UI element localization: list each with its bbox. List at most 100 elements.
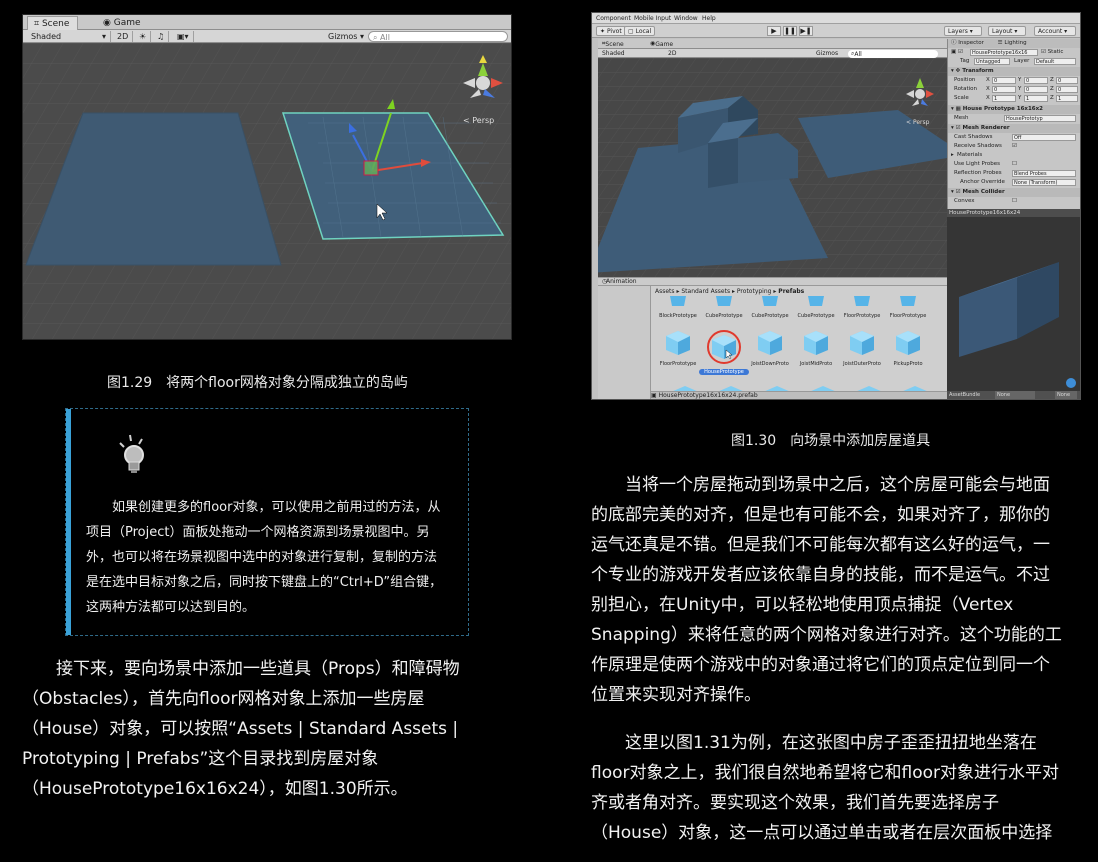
- tab-game[interactable]: ◉ Game: [97, 16, 149, 30]
- convex-checkbox[interactable]: ☐: [1012, 197, 1017, 206]
- receive-shadows-label: Receive Shadows: [954, 143, 1002, 149]
- static-checkbox[interactable]: ☑ Static: [1041, 48, 1063, 57]
- game-tab-icon: ◉: [103, 18, 114, 28]
- position-y-field[interactable]: 0: [1024, 77, 1048, 84]
- position-x-field[interactable]: 0: [992, 77, 1016, 84]
- gizmos-dropdown[interactable]: Gizmos: [816, 50, 838, 57]
- asset-bundle-dropdown[interactable]: None: [995, 391, 1035, 399]
- materials-row[interactable]: ▸ Materials: [948, 151, 1080, 160]
- pivot-toggle[interactable]: ✦ Pivot: [596, 26, 626, 36]
- cast-shadows-row: Cast Shadows Off: [948, 133, 1080, 142]
- asset-item[interactable]: CubePrototype: [699, 296, 749, 319]
- mesh-filter-header[interactable]: ▾ ▦ House Prototype 16x16x2: [948, 105, 1080, 114]
- position-z-field[interactable]: 0: [1056, 77, 1078, 84]
- menu-component[interactable]: Component: [596, 15, 631, 22]
- lighting-toggle-icon[interactable]: ☀: [135, 31, 152, 42]
- tab-lighting[interactable]: ☰ Lighting: [998, 40, 1027, 46]
- preview-title-bar[interactable]: HousePrototype16x16x24: [947, 209, 1080, 217]
- reflection-probes-dropdown[interactable]: Blend Probes: [1012, 170, 1076, 177]
- local-toggle[interactable]: ▢ Local: [624, 26, 656, 36]
- mesh-row: Mesh HousePrototyp: [948, 114, 1080, 123]
- mesh-collider-header[interactable]: ▾ ☑ Mesh Collider: [948, 188, 1080, 197]
- tab-scene[interactable]: ⌗ Scene: [27, 16, 79, 30]
- receive-shadows-row: Receive Shadows ☑: [948, 142, 1080, 151]
- menu-mobile-input[interactable]: Mobile Input: [634, 15, 671, 22]
- menu-help[interactable]: Help: [702, 15, 716, 22]
- tab-game[interactable]: ◉ Game: [650, 40, 673, 48]
- text-line: 这里以图1.31为例，在这张图中房子歪歪扭扭地坐落在: [591, 733, 1037, 753]
- play-icon[interactable]: ▶: [767, 26, 781, 36]
- breadcrumb-item[interactable]: Prototyping: [737, 288, 772, 295]
- right-body-paragraph-1: 当将一个房屋拖动到场景中之后，这个房屋可能会与地面 的底部完美的对齐，但是也有可…: [591, 470, 1081, 710]
- menu-window[interactable]: Window: [674, 15, 698, 22]
- layer-dropdown[interactable]: Default: [1034, 58, 1076, 65]
- rotation-y-field[interactable]: 0: [1024, 86, 1048, 93]
- step-icon[interactable]: ▶❚: [799, 26, 813, 36]
- scale-row: Scale X1 Y1 Z1: [948, 94, 1080, 103]
- gizmos-dropdown[interactable]: Gizmos ▾: [328, 31, 364, 42]
- scene-viewport[interactable]: < Persp: [598, 58, 947, 277]
- text-line: Snapping）来将任意的两个网格对象进行对齐。这个功能的工: [591, 625, 1062, 645]
- asset-item[interactable]: CubePrototype: [745, 296, 795, 319]
- figure-1-29-caption: 图1.29 将两个floor网格对象分隔成独立的岛屿: [107, 375, 408, 391]
- layers-dropdown[interactable]: Layers ▾: [944, 26, 982, 36]
- tab-inspector[interactable]: ⓘ Inspector: [951, 40, 984, 46]
- light-probes-checkbox[interactable]: ☐: [1012, 160, 1017, 169]
- asset-item[interactable]: CubePrototype: [791, 296, 841, 319]
- convex-row: Convex ☐: [948, 197, 1080, 206]
- persp-label[interactable]: < Persp: [463, 116, 494, 125]
- asset-item[interactable]: BlockPrototype: [653, 296, 703, 319]
- scale-x-field[interactable]: 1: [992, 95, 1016, 102]
- asset-item[interactable]: FloorPrototype: [837, 296, 887, 319]
- anchor-override-label: Anchor Override: [960, 179, 1005, 185]
- reflection-probes-row: Reflection Probes Blend Probes: [948, 169, 1080, 178]
- breadcrumb-item-current[interactable]: Prefabs: [778, 288, 804, 295]
- persp-label[interactable]: < Persp: [906, 119, 930, 126]
- asset-item[interactable]: JoistOuterProto: [837, 330, 887, 367]
- mesh-preview[interactable]: [947, 217, 1080, 391]
- asset-item[interactable]: FloorPrototype: [653, 330, 703, 367]
- text-line: 位置来实现对齐操作。: [591, 685, 761, 705]
- breadcrumb-item[interactable]: Assets: [655, 288, 675, 295]
- mesh-renderer-header[interactable]: ▾ ☑ Mesh Renderer: [948, 124, 1080, 133]
- preview-settings-icon[interactable]: [1066, 378, 1076, 388]
- active-checkbox[interactable]: ☑: [958, 49, 963, 55]
- mode-2d-button[interactable]: 2D: [668, 50, 676, 57]
- asset-item[interactable]: JoistMidProto: [791, 330, 841, 367]
- account-dropdown[interactable]: Account ▾: [1034, 26, 1076, 36]
- scene-tab-icon: ⌗: [34, 19, 42, 29]
- effects-dropdown-icon[interactable]: ▣▾: [173, 31, 194, 42]
- convex-label: Convex: [954, 198, 975, 204]
- asset-bundle-variant-dropdown[interactable]: None: [1055, 391, 1077, 399]
- cast-shadows-dropdown[interactable]: Off: [1012, 134, 1076, 141]
- tab-animation[interactable]: ◷ Animation: [602, 278, 637, 285]
- object-name-field[interactable]: HousePrototype16x16: [970, 49, 1038, 56]
- rotation-label: Rotation: [954, 86, 978, 92]
- asset-item[interactable]: PickupProto: [883, 330, 933, 367]
- scene-search-input[interactable]: ⌕ All: [368, 31, 508, 42]
- scale-z-field[interactable]: 1: [1056, 95, 1078, 102]
- breadcrumb-item[interactable]: Standard Assets: [681, 288, 730, 295]
- shading-dropdown[interactable]: Shaded ▾: [27, 31, 111, 42]
- mesh-field[interactable]: HousePrototyp: [1004, 115, 1076, 122]
- scene-viewport[interactable]: < Persp: [23, 43, 512, 340]
- scene-search-input[interactable]: ⌕ All: [848, 50, 938, 58]
- project-folder-tree[interactable]: [598, 285, 651, 399]
- shading-dropdown[interactable]: Shaded: [602, 50, 625, 57]
- receive-shadows-checkbox[interactable]: ☑: [1012, 142, 1017, 151]
- transform-header[interactable]: ▾ ✥ Transform: [948, 67, 1080, 76]
- scale-y-field[interactable]: 1: [1024, 95, 1048, 102]
- tip-box: 如果创建更多的floor对象，可以使用之前用过的方法，从项目（Project）面…: [65, 408, 469, 636]
- tag-dropdown[interactable]: Untagged: [974, 58, 1010, 65]
- rotation-x-field[interactable]: 0: [992, 86, 1016, 93]
- asset-item[interactable]: JoistDownProto: [745, 330, 795, 367]
- asset-item-selected[interactable]: HousePrototype: [699, 330, 749, 375]
- rotation-z-field[interactable]: 0: [1056, 86, 1078, 93]
- asset-item[interactable]: FloorPrototype: [883, 296, 933, 319]
- mode-2d-button[interactable]: 2D: [113, 31, 134, 42]
- layout-dropdown[interactable]: Layout ▾: [988, 26, 1026, 36]
- audio-toggle-icon[interactable]: ♫: [153, 31, 170, 42]
- pause-icon[interactable]: ❚❚: [783, 26, 797, 36]
- tab-scene[interactable]: ⌗ Scene: [602, 40, 624, 48]
- anchor-override-field[interactable]: None (Transform): [1012, 179, 1076, 186]
